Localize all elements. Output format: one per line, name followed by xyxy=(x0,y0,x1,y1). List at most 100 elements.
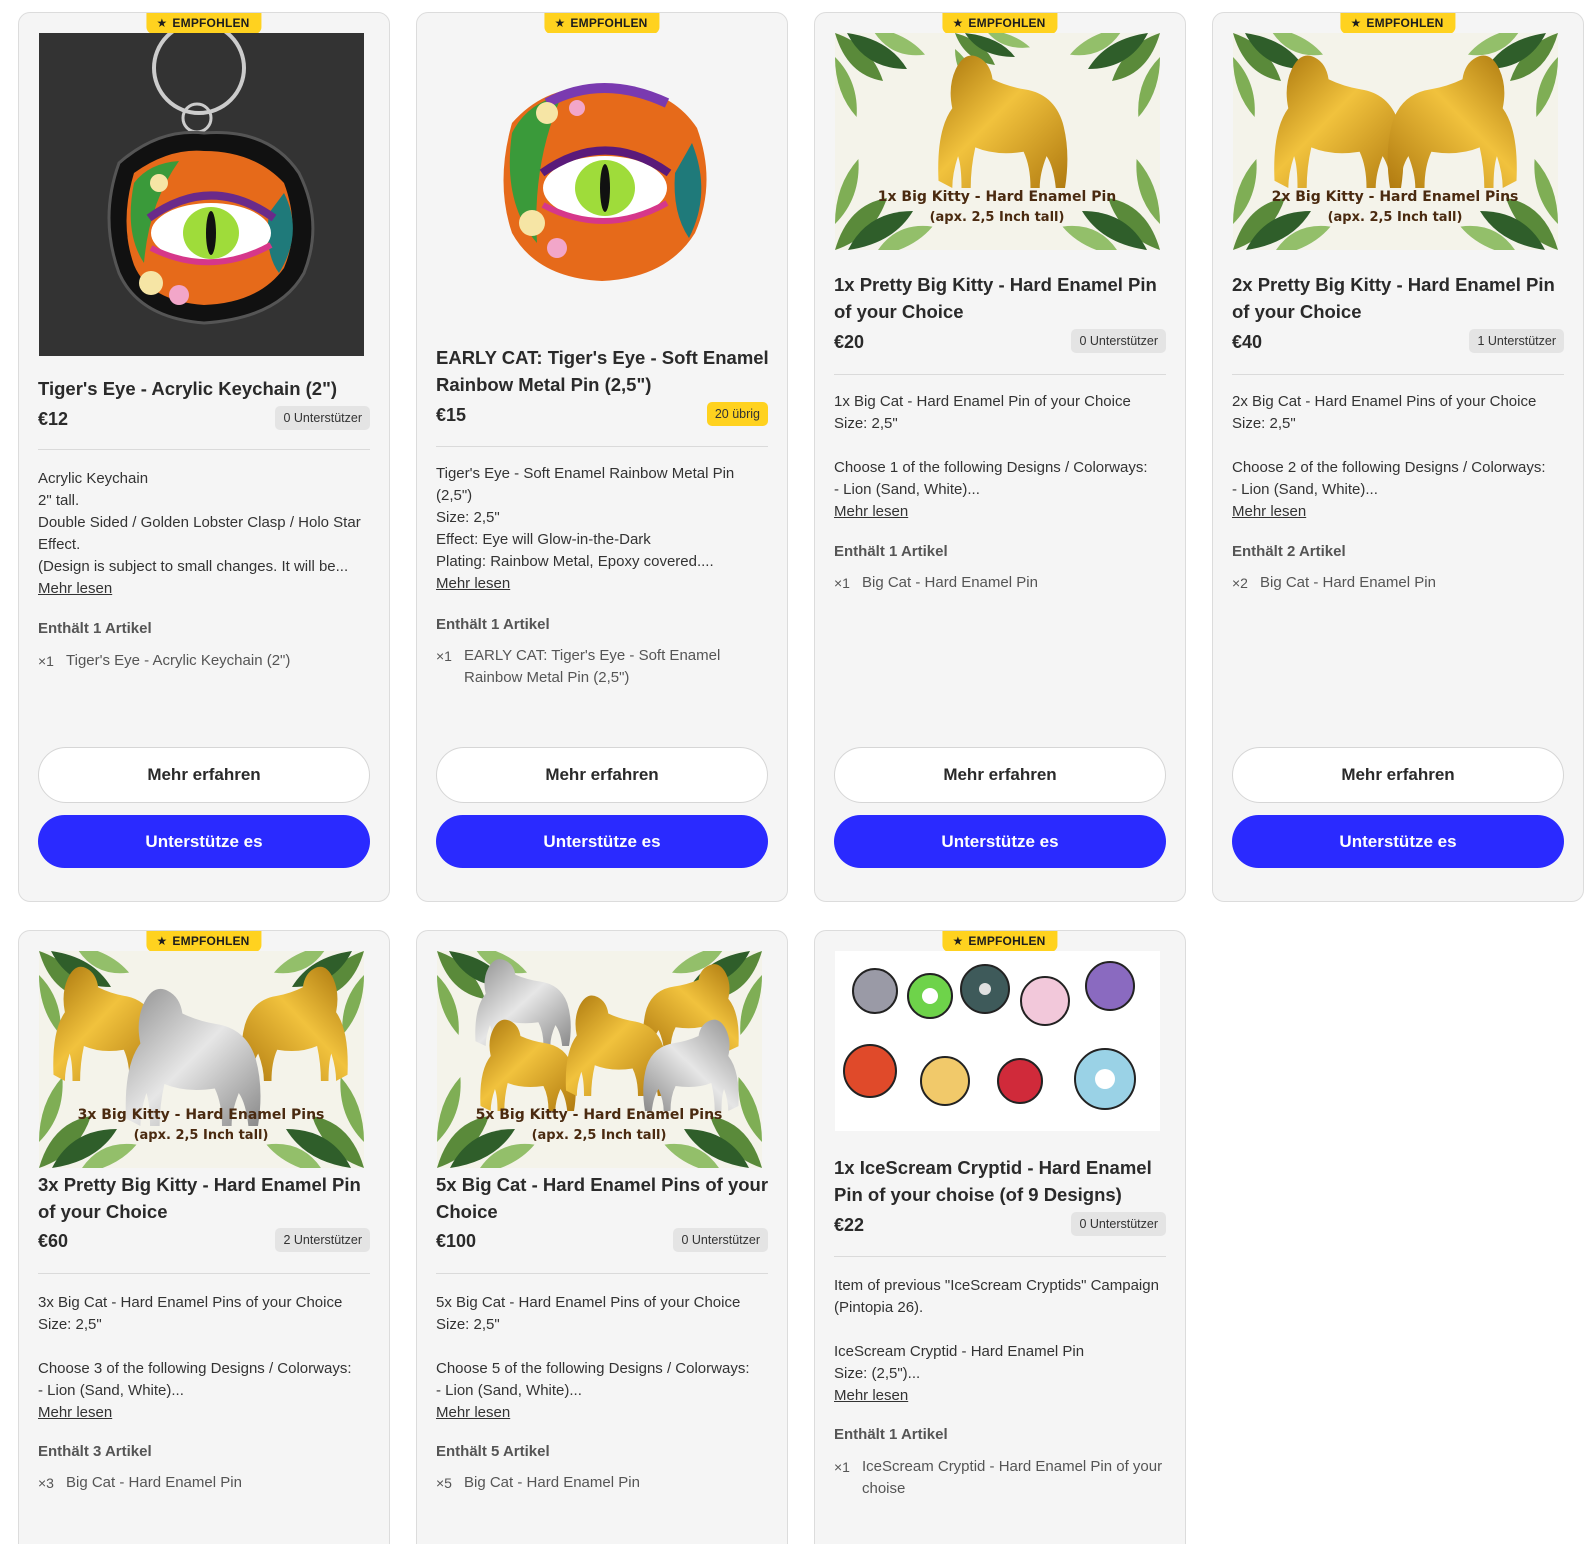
reward-card-1x-big-kitty: ★ EMPFOHLEN 1x Big Kitty - Hard Enamel Pi… xyxy=(814,12,1186,902)
image-caption: 1x Big Kitty - Hard Enamel Pin xyxy=(878,189,1116,205)
product-image[interactable]: 1x Big Kitty - Hard Enamel Pin (apx. 2,5… xyxy=(835,33,1160,250)
featured-badge: ★ EMPFOHLEN xyxy=(146,931,262,952)
divider xyxy=(436,1273,768,1274)
learn-more-button[interactable]: Mehr erfahren xyxy=(436,747,768,803)
reward-card-tigers-eye-keychain: ★ EMPFOHLEN Tiger's Eye - Acrylic Keychai… xyxy=(18,12,390,902)
reward-title: 2x Pretty Big Kitty - Hard Enamel Pin of… xyxy=(1232,274,1555,322)
product-image[interactable] xyxy=(835,951,1160,1131)
backers-badge: 1 Unterstützer xyxy=(1469,329,1564,353)
backers-badge: 0 Unterstützer xyxy=(673,1228,768,1252)
featured-label: EMPFOHLEN xyxy=(172,934,250,948)
read-more-link[interactable]: Mehr lesen xyxy=(834,501,908,523)
featured-badge: ★ EMPFOHLEN xyxy=(544,13,660,34)
featured-label: EMPFOHLEN xyxy=(172,16,250,30)
reward-price: €100 xyxy=(436,1231,477,1251)
reward-title: 1x IceScream Cryptid - Hard Enamel Pin o… xyxy=(834,1157,1152,1205)
reward-description: Tiger's Eye - Soft Enamel Rainbow Metal … xyxy=(436,463,771,595)
product-image[interactable] xyxy=(39,33,364,356)
star-icon: ★ xyxy=(1350,16,1362,30)
reward-price: €40 xyxy=(1232,332,1263,352)
reward-card-2x-big-kitty: ★ EMPFOHLEN 2x Big Kitty - Hard Enamel Pi… xyxy=(1212,12,1584,902)
item-name: Big Cat - Hard Enamel Pin xyxy=(464,1474,640,1491)
star-icon: ★ xyxy=(156,934,168,948)
backers-badge: 0 Unterstützer xyxy=(1071,1212,1166,1236)
reward-price: €20 xyxy=(834,332,865,352)
reward-title: 5x Big Cat - Hard Enamel Pins of your Ch… xyxy=(436,1174,769,1222)
reward-title: 1x Pretty Big Kitty - Hard Enamel Pin of… xyxy=(834,274,1157,322)
list-item: ×1 Big Cat - Hard Enamel Pin xyxy=(834,572,1169,594)
description-text: 5x Big Cat - Hard Enamel Pins of your Ch… xyxy=(436,1294,750,1399)
featured-badge: ★ EMPFOHLEN xyxy=(1340,13,1456,34)
contains-count: Enthält 5 Artikel xyxy=(436,1443,550,1460)
contains-count: Enthält 3 Artikel xyxy=(38,1443,152,1460)
product-image[interactable]: 5x Big Kitty - Hard Enamel Pins (apx. 2,… xyxy=(437,951,762,1168)
item-quantity: ×1 xyxy=(834,575,850,591)
reward-description: Acrylic Keychain 2" tall. Double Sided /… xyxy=(38,468,373,600)
image-caption-size: (apx. 2,5 Inch tall) xyxy=(1328,210,1463,225)
item-name: Big Cat - Hard Enamel Pin xyxy=(862,574,1038,591)
image-caption-size: (apx. 2,5 Inch tall) xyxy=(532,1128,667,1143)
featured-badge: ★ EMPFOHLEN xyxy=(146,13,262,34)
reward-card-early-cat-pin: ★ EMPFOHLEN EARLY CAT: Tiger's Eye - Soft… xyxy=(416,12,788,902)
divider xyxy=(834,1256,1166,1257)
description-text: Item of previous "IceScream Cryptids" Ca… xyxy=(834,1277,1159,1382)
featured-label: EMPFOHLEN xyxy=(570,16,648,30)
product-image[interactable] xyxy=(437,33,762,333)
read-more-link[interactable]: Mehr lesen xyxy=(38,578,112,600)
item-quantity: ×1 xyxy=(38,653,54,669)
description-text: 1x Big Cat - Hard Enamel Pin of your Cho… xyxy=(834,393,1148,498)
image-caption: 5x Big Kitty - Hard Enamel Pins xyxy=(476,1107,723,1123)
reward-description: 5x Big Cat - Hard Enamel Pins of your Ch… xyxy=(436,1292,771,1424)
item-name: Big Cat - Hard Enamel Pin xyxy=(66,1474,242,1491)
list-item: ×1 IceScream Cryptid - Hard Enamel Pin of… xyxy=(834,1456,1169,1500)
featured-label: EMPFOHLEN xyxy=(968,934,1046,948)
support-button[interactable]: Unterstütze es xyxy=(436,815,768,868)
list-item: ×2 Big Cat - Hard Enamel Pin xyxy=(1232,572,1567,594)
support-button[interactable]: Unterstütze es xyxy=(38,815,370,868)
list-item: ×1 EARLY CAT: Tiger's Eye - Soft Enamel R… xyxy=(436,645,771,689)
read-more-link[interactable]: Mehr lesen xyxy=(1232,501,1306,523)
star-icon: ★ xyxy=(952,934,964,948)
learn-more-button[interactable]: Mehr erfahren xyxy=(834,747,1166,803)
contains-count: Enthält 1 Artikel xyxy=(436,616,550,633)
product-image[interactable]: 2x Big Kitty - Hard Enamel Pins (apx. 2,… xyxy=(1233,33,1558,250)
product-image[interactable]: 3x Big Kitty - Hard Enamel Pins (apx. 2,… xyxy=(39,951,364,1168)
featured-label: EMPFOHLEN xyxy=(1366,16,1444,30)
support-button[interactable]: Unterstütze es xyxy=(1232,815,1564,868)
item-quantity: ×1 xyxy=(834,1459,850,1475)
item-name: EARLY CAT: Tiger's Eye - Soft Enamel Rai… xyxy=(464,647,721,686)
reward-description: 1x Big Cat - Hard Enamel Pin of your Cho… xyxy=(834,391,1169,523)
contains-count: Enthält 1 Artikel xyxy=(834,1426,948,1443)
learn-more-button[interactable]: Mehr erfahren xyxy=(1232,747,1564,803)
star-icon: ★ xyxy=(156,16,168,30)
item-name: Big Cat - Hard Enamel Pin xyxy=(1260,574,1436,591)
support-button[interactable]: Unterstütze es xyxy=(834,815,1166,868)
read-more-link[interactable]: Mehr lesen xyxy=(834,1385,908,1407)
divider xyxy=(38,1273,370,1274)
featured-badge: ★ EMPFOHLEN xyxy=(942,13,1058,34)
read-more-link[interactable]: Mehr lesen xyxy=(38,1402,112,1424)
description-text: 3x Big Cat - Hard Enamel Pins of your Ch… xyxy=(38,1294,352,1399)
learn-more-button[interactable]: Mehr erfahren xyxy=(38,747,370,803)
contains-count: Enthält 1 Artikel xyxy=(834,543,948,560)
reward-description: 2x Big Cat - Hard Enamel Pins of your Ch… xyxy=(1232,391,1567,523)
contains-count: Enthält 2 Artikel xyxy=(1232,543,1346,560)
item-quantity: ×5 xyxy=(436,1475,452,1491)
reward-card-3x-big-kitty: ★ EMPFOHLEN 3x Big Kitty - Hard Enamel Pi… xyxy=(18,930,390,1544)
image-caption-size: (apx. 2,5 Inch tall) xyxy=(930,210,1065,225)
image-caption: 3x Big Kitty - Hard Enamel Pins xyxy=(78,1107,325,1123)
reward-price: €12 xyxy=(38,409,69,429)
read-more-link[interactable]: Mehr lesen xyxy=(436,573,510,595)
reward-price: €60 xyxy=(38,1231,69,1251)
reward-title: Tiger's Eye - Acrylic Keychain (2") xyxy=(38,378,338,399)
reward-title: 3x Pretty Big Kitty - Hard Enamel Pin of… xyxy=(38,1174,361,1222)
featured-label: EMPFOHLEN xyxy=(968,16,1046,30)
image-caption: 2x Big Kitty - Hard Enamel Pins xyxy=(1272,189,1519,205)
contains-count: Enthält 1 Artikel xyxy=(38,620,152,637)
read-more-link[interactable]: Mehr lesen xyxy=(436,1402,510,1424)
backers-badge: 0 Unterstützer xyxy=(1071,329,1166,353)
reward-price: €15 xyxy=(436,405,467,425)
reward-price: €22 xyxy=(834,1215,865,1235)
remaining-badge: 20 übrig xyxy=(706,402,768,426)
reward-card-5x-big-cat: 5x Big Kitty - Hard Enamel Pins (apx. 2,… xyxy=(416,930,788,1544)
